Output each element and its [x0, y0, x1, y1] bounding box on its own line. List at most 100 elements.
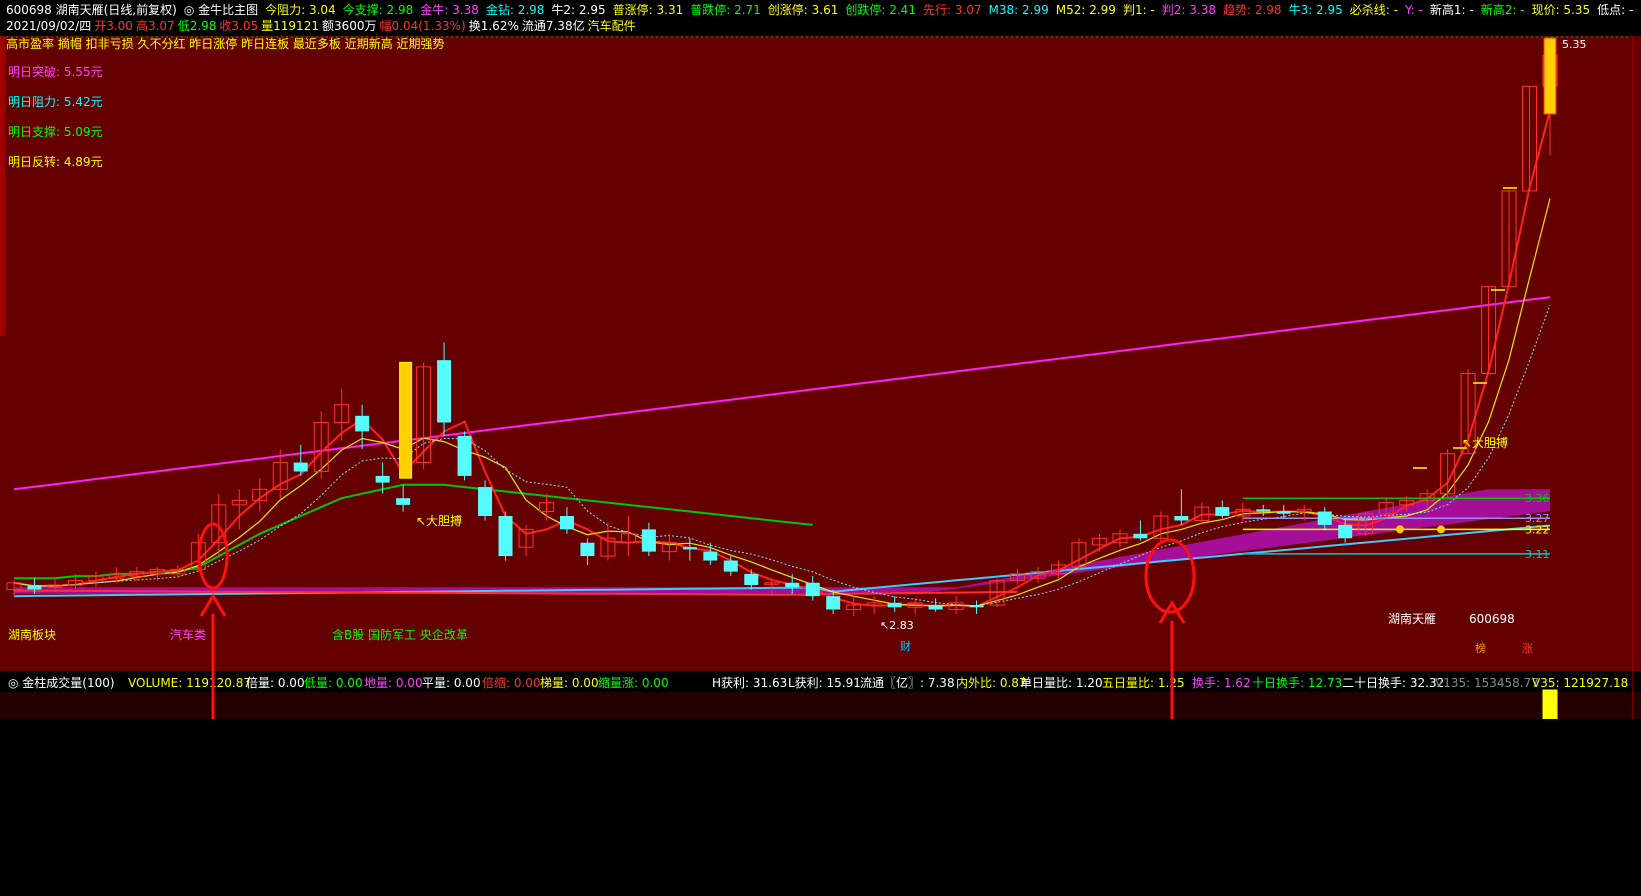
- candle-body-down: [457, 435, 472, 476]
- stock-code-label: 600698: [1469, 612, 1515, 626]
- candle-body-down: [887, 602, 902, 608]
- volume-header-field: 单日量比: 1.20: [1020, 676, 1103, 690]
- header-field: 新高2: -: [1480, 3, 1525, 17]
- header-field: 额3600万: [321, 19, 377, 33]
- header-field: 低点: -: [1597, 3, 1634, 17]
- header-field: 2021/09/02/四: [6, 19, 92, 33]
- header-field: 今支撑: 2.98: [342, 3, 414, 17]
- header-field: M52: 2.99: [1055, 3, 1116, 17]
- volume-header-field: 梯量: 0.00: [540, 676, 599, 690]
- volume-panel-bg: [0, 692, 1641, 719]
- candle-body-down: [1174, 516, 1189, 521]
- indicator-header-row: 600698 湖南天雁(日线,前复权) ◎ 金牛比主图 今阻力: 3.04 今支撑: …: [6, 2, 1640, 18]
- header-field: 普涨停: 3.31: [612, 3, 684, 17]
- kline-chart[interactable]: 3.363.273.223.115.35高市盈率 摘帽 扣非亏损 久不分红 昨日…: [0, 36, 1641, 719]
- bold-buy-signal: ↖大胆搏: [1462, 436, 1508, 450]
- candle-body-down: [1215, 507, 1230, 516]
- header-field: 必杀线: -: [1349, 3, 1398, 17]
- candle-body-down: [559, 516, 574, 530]
- header-field: 创涨停: 3.61: [767, 3, 839, 17]
- candle-body-down: [498, 516, 513, 557]
- candle-body-down: [785, 582, 800, 588]
- header-field: 趋势: 2.98: [1222, 3, 1282, 17]
- volume-bar: [1542, 689, 1558, 719]
- candle-body-down: [1276, 511, 1291, 514]
- volume-header-field: 平量: 0.00: [422, 676, 481, 690]
- header-field: 创跌停: 2.41: [845, 3, 916, 17]
- header-field: 牛2: 2.95: [551, 3, 606, 17]
- candle-body-down: [826, 596, 841, 610]
- header-field: 金牛: 3.38: [420, 3, 479, 17]
- header-field: 600698 湖南天雁(日线,前复权): [6, 3, 177, 17]
- rise-mark: 涨: [1522, 642, 1533, 655]
- candle-body-down: [355, 415, 370, 432]
- header-field: M38: 2.99: [988, 3, 1049, 17]
- candle-body-down: [1338, 524, 1353, 539]
- candle-body-down: [437, 360, 452, 423]
- low-price-label: ↖2.83: [880, 619, 914, 632]
- bold-buy-signal: ↖大胆搏: [416, 514, 462, 528]
- candle-body-down: [580, 542, 595, 557]
- quote-header: 600698 湖南天雁(日线,前复权) ◎ 金牛比主图 今阻力: 3.04 今支撑: …: [0, 0, 1641, 36]
- header-field: 汽车配件: [587, 19, 636, 33]
- header-field: ◎ 金牛比主图: [183, 3, 259, 17]
- tomorrow-level-2: 明日支撑: 5.09元: [8, 124, 103, 139]
- volume-header-field: V35: 121927.18: [1532, 676, 1628, 690]
- sector-label: 含B股 国防军工 央企改革: [332, 627, 468, 642]
- left-edge-strip: [0, 36, 5, 336]
- candle-body-down: [396, 498, 411, 505]
- tomorrow-level-0: 明日突破: 5.55元: [8, 64, 103, 79]
- concepts-line: 高市盈率 摘帽 扣非亏损 久不分红 昨日涨停 昨日连板 最近多板 近期新高 近期…: [6, 36, 445, 51]
- candle-body-down: [703, 551, 718, 561]
- candle-body-down: [805, 582, 820, 597]
- header-field: 现价: 5.35: [1531, 3, 1591, 17]
- price-level-label: 3.11: [1525, 548, 1550, 561]
- header-field: 低2.98: [177, 19, 217, 33]
- current-price-label: 5.35: [1562, 38, 1587, 51]
- tomorrow-level-1: 明日阻力: 5.42元: [8, 95, 103, 109]
- volume-header-field: 地量: 0.00: [364, 676, 423, 690]
- header-field: 流通7.38亿: [521, 19, 585, 33]
- rank-mark: 榜: [1475, 641, 1486, 655]
- header-field: 换1.62%: [468, 19, 519, 33]
- price-level-label: 3.22: [1525, 523, 1550, 536]
- candle-body-down: [969, 605, 984, 608]
- candle-body-down: [928, 605, 943, 610]
- header-field: 牛3: 2.95: [1288, 3, 1343, 17]
- candle-body-down: [293, 462, 308, 472]
- volume-header-field: ◎ 金柱成交量(100): [8, 675, 115, 690]
- header-field: 今阻力: 3.04: [265, 3, 336, 17]
- candle-body-down: [375, 475, 390, 483]
- panel-divider: [0, 671, 1641, 675]
- header-field: 新高1: -: [1429, 3, 1474, 17]
- volume-header-field: VOLUME: 119120.87: [128, 676, 251, 690]
- header-field: 判1: -: [1122, 3, 1155, 17]
- sector-label: 汽车类: [170, 627, 206, 642]
- header-field: 开3.00: [94, 19, 133, 33]
- main-panel-bg: [0, 36, 1641, 671]
- header-field: 先行: 3.07: [922, 3, 982, 17]
- volume-header-field: 倍量: 0.00: [246, 675, 305, 690]
- volume-header-field: 缩量涨: 0.00: [598, 675, 669, 690]
- header-field: 金钻: 2.98: [485, 3, 545, 17]
- header-field: 收3.05: [219, 19, 259, 33]
- header-field: 幅0.04(1.33%): [379, 19, 466, 33]
- volume-header-field: 二十日换手: 32.32: [1342, 676, 1444, 690]
- limit-up-bar: [399, 361, 413, 479]
- volume-header-field: 内外比: 0.87: [956, 676, 1027, 690]
- header-field: 量119121: [261, 19, 319, 33]
- candle-body-down: [1133, 533, 1148, 539]
- volume-header-field: 十日换手: 12.73: [1252, 676, 1342, 690]
- volume-header-field: L获利: 15.91: [788, 676, 861, 690]
- header-field: 普跌停: 2.71: [690, 3, 761, 17]
- header-field: 高3.07: [135, 19, 175, 33]
- candle-body-down: [682, 547, 697, 550]
- header-field: Y: -: [1404, 3, 1423, 17]
- candle-body-down: [27, 585, 42, 590]
- finance-mark: 财: [900, 639, 911, 653]
- sector-label: 湖南板块: [8, 627, 56, 642]
- volume-header-field: 倍缩: 0.00: [482, 675, 541, 690]
- volume-header-field: 换手: 1.62: [1192, 676, 1251, 690]
- limit-up-bar: [1543, 37, 1557, 115]
- candle-body-down: [1317, 511, 1332, 525]
